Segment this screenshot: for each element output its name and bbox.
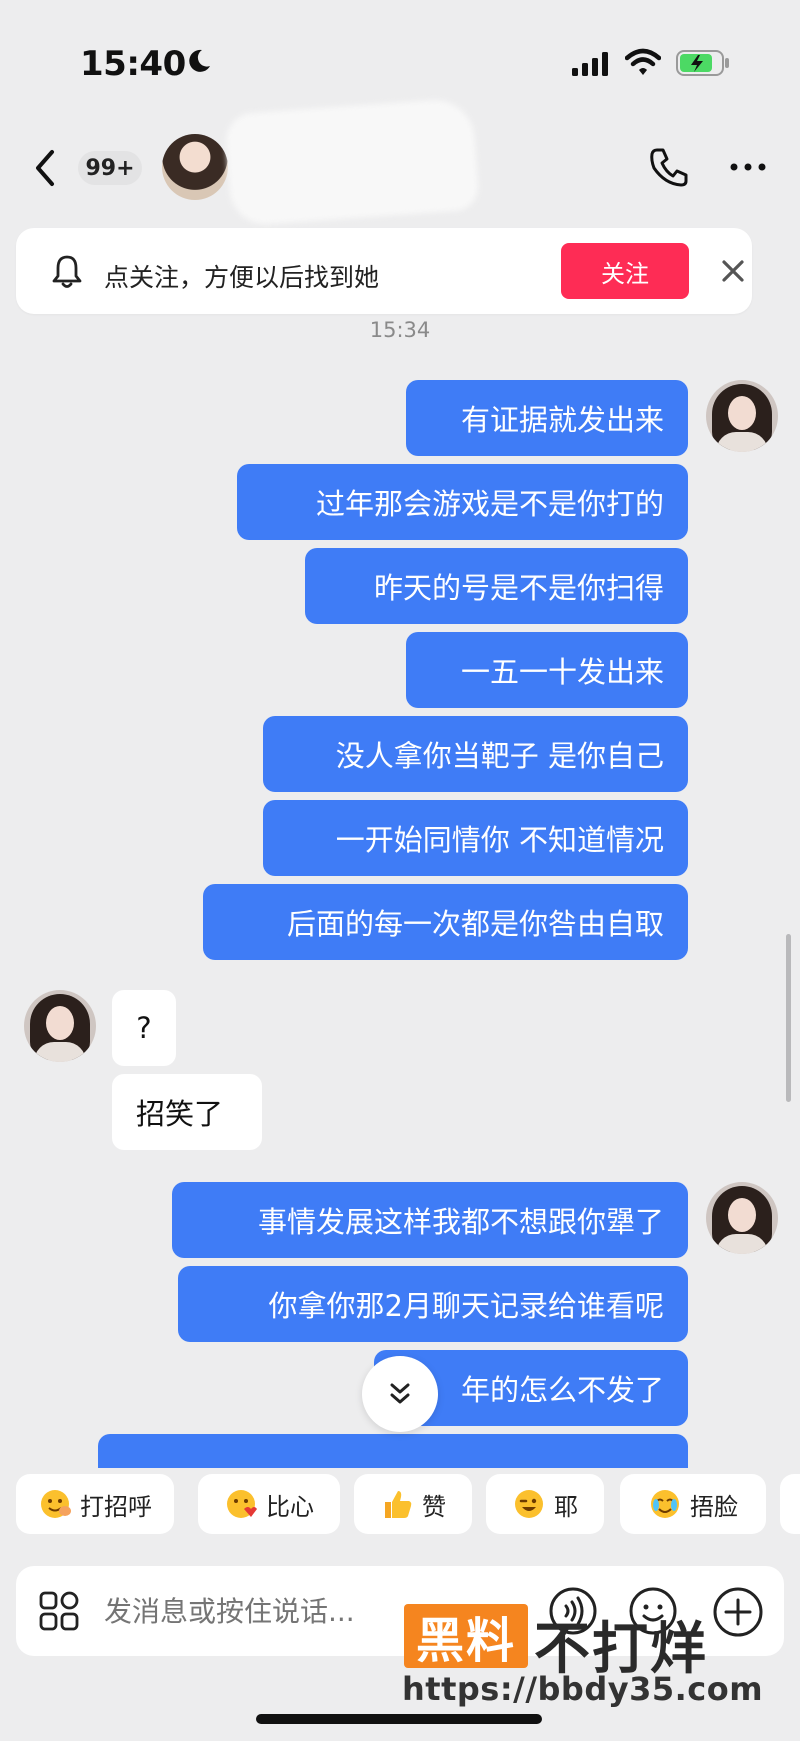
watermark-logo: 黑料: [404, 1604, 528, 1669]
thumbs-up-emoji-icon: [380, 1487, 414, 1521]
follow-button[interactable]: 关注: [561, 243, 689, 299]
heart-hands-emoji-icon: [224, 1487, 258, 1521]
quick-reply-bar: 打招呼 比心 赞 耶 捂脸: [0, 1474, 800, 1546]
message-bubble-sent[interactable]: 一五一十发出来: [406, 632, 688, 708]
contact-avatar[interactable]: [162, 134, 228, 200]
my-avatar[interactable]: [706, 1182, 778, 1254]
facepalm-emoji-icon: [648, 1487, 682, 1521]
quick-reply-label: 耶: [554, 1492, 578, 1521]
message-bubble-sent[interactable]: 后面的每一次都是你咎由自取: [203, 884, 688, 960]
add-icon[interactable]: [712, 1586, 764, 1638]
more-icon[interactable]: [728, 150, 768, 184]
battery-icon: [676, 50, 729, 76]
quick-reply-label: 比心: [266, 1492, 314, 1521]
message-bubble-sent[interactable]: 昨天的号是不是你扫得: [305, 548, 688, 624]
home-indicator[interactable]: [256, 1714, 542, 1724]
wave-emoji-icon: [38, 1487, 72, 1521]
bell-icon: [52, 255, 82, 288]
message-bubble-received[interactable]: 招笑了: [112, 1074, 262, 1150]
chat-timestamp: 15:34: [369, 318, 431, 342]
quick-reply-chip[interactable]: 耶: [486, 1474, 604, 1534]
message-bubble-sent[interactable]: 有证据就发出来: [406, 380, 688, 456]
double-chevron-down-icon: [390, 1383, 410, 1404]
follow-prompt-text: 点关注，方便以后找到她: [104, 263, 380, 292]
message-bubble-sent[interactable]: 过年那会游戏是不是你打的: [237, 464, 688, 540]
back-icon[interactable]: [28, 146, 64, 190]
message-bubble-partial: [98, 1434, 688, 1468]
quick-reply-chip[interactable]: 捂脸: [620, 1474, 766, 1534]
quick-reply-label: 打招呼: [80, 1492, 152, 1521]
watermark-url: https://bbdy35.com: [402, 1670, 764, 1708]
quick-reply-chip[interactable]: 赞: [354, 1474, 472, 1534]
wink-emoji-icon: [512, 1487, 546, 1521]
scrollbar[interactable]: [786, 934, 791, 1102]
phone-icon[interactable]: [648, 146, 690, 188]
message-bubble-received[interactable]: ?: [112, 990, 176, 1066]
scroll-to-bottom-button[interactable]: [362, 1356, 438, 1432]
my-avatar[interactable]: [706, 380, 778, 452]
message-input[interactable]: [104, 1586, 404, 1636]
quick-reply-label: 捂脸: [690, 1492, 738, 1521]
message-bubble-sent[interactable]: 一开始同情你 不知道情况: [263, 800, 688, 876]
status-time: 15:40: [80, 44, 186, 84]
message-bubble-sent[interactable]: 你拿你那2月聊天记录给谁看呢: [178, 1266, 688, 1342]
contact-message-avatar[interactable]: [24, 990, 96, 1062]
signal-icon: [572, 52, 608, 76]
message-bubble-sent[interactable]: 事情发展这样我都不想跟你犟了: [172, 1182, 688, 1258]
quick-reply-chip[interactable]: 打招呼: [16, 1474, 174, 1534]
wifi-icon: [625, 48, 661, 75]
name-redaction: [224, 97, 480, 227]
quick-reply-label: 赞: [422, 1492, 446, 1521]
message-bubble-sent[interactable]: 没人拿你当靶子 是你自己: [263, 716, 688, 792]
quick-reply-chip[interactable]: 比心: [198, 1474, 340, 1534]
quick-reply-chip-partial[interactable]: [780, 1474, 800, 1534]
apps-icon[interactable]: [38, 1590, 80, 1632]
close-icon[interactable]: [718, 256, 748, 286]
moon-icon: [189, 49, 210, 72]
unread-badge[interactable]: 99+: [78, 151, 142, 185]
